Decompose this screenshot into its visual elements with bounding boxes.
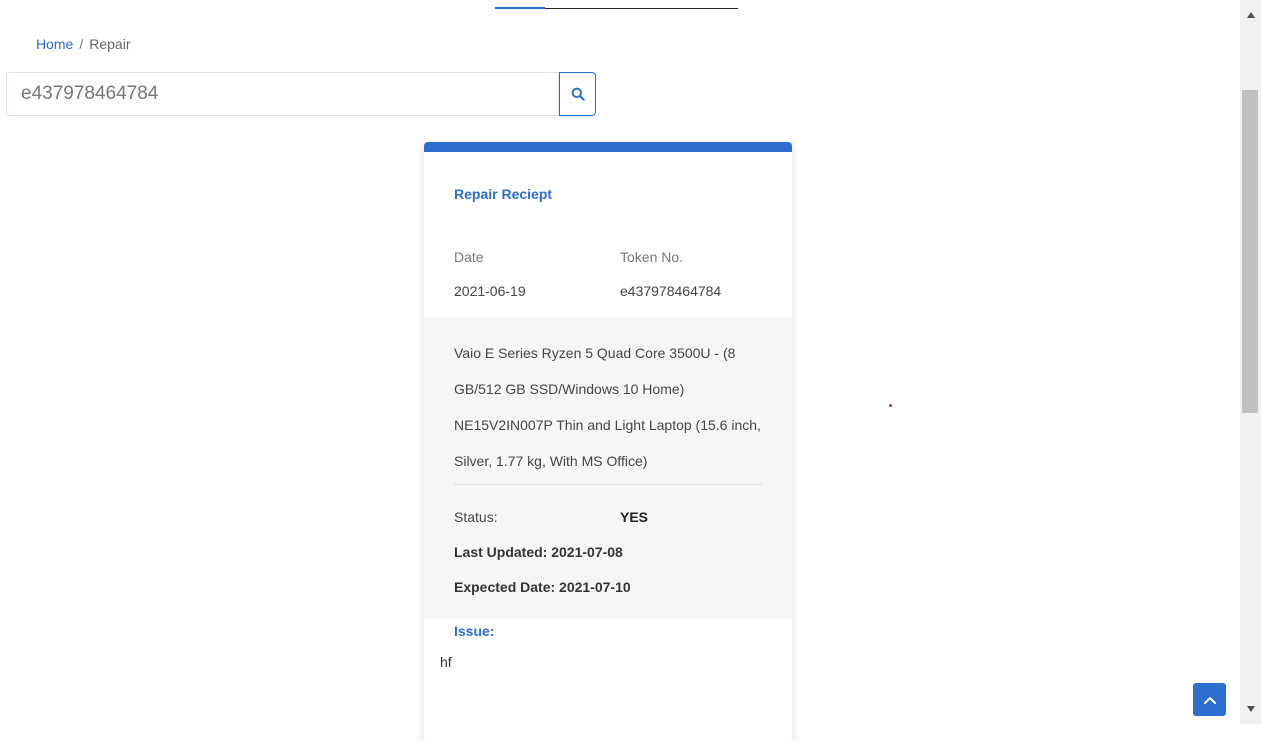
breadcrumb: Home / Repair: [36, 36, 131, 52]
status-label: Status:: [454, 509, 498, 525]
breadcrumb-current: Repair: [89, 36, 131, 52]
card-accent-bar: [424, 142, 792, 152]
receipt-title: Repair Reciept: [454, 186, 553, 202]
issue-text: hf: [440, 654, 452, 670]
repair-receipt-card: Repair Reciept Date Token No. 2021-06-19…: [424, 142, 792, 742]
scroll-up-arrow[interactable]: [1240, 0, 1261, 30]
last-updated: Last Updated: 2021-07-08: [454, 544, 623, 560]
breadcrumb-home-link[interactable]: Home: [36, 36, 73, 52]
breadcrumb-separator: /: [79, 36, 84, 52]
search-input[interactable]: [6, 72, 559, 116]
cursor-dot: [889, 404, 892, 407]
date-value: 2021-06-19: [454, 283, 526, 299]
details-divider: [454, 484, 762, 485]
date-label: Date: [454, 249, 484, 265]
search-button[interactable]: [559, 72, 596, 116]
product-description: Vaio E Series Ryzen 5 Quad Core 3500U - …: [454, 345, 761, 469]
chevron-up-icon: [1203, 696, 1216, 704]
back-to-top-button[interactable]: [1193, 683, 1226, 716]
arrow-down-icon: [1246, 706, 1255, 712]
status-value: YES: [620, 509, 649, 525]
search-icon: [571, 87, 585, 101]
scroll-down-arrow[interactable]: [1240, 694, 1261, 724]
arrow-up-icon: [1246, 12, 1255, 18]
repair-details-panel: Vaio E Series Ryzen 5 Quad Core 3500U - …: [424, 317, 792, 618]
token-value: e437978464784: [620, 283, 722, 299]
expected-date: Expected Date: 2021-07-10: [454, 579, 631, 595]
top-nav-active-indicator: [495, 7, 545, 9]
scrollbar-thumb[interactable]: [1242, 90, 1258, 413]
issue-label: Issue:: [454, 623, 495, 639]
page-scrollbar[interactable]: [1240, 0, 1261, 724]
token-label: Token No.: [620, 249, 684, 265]
